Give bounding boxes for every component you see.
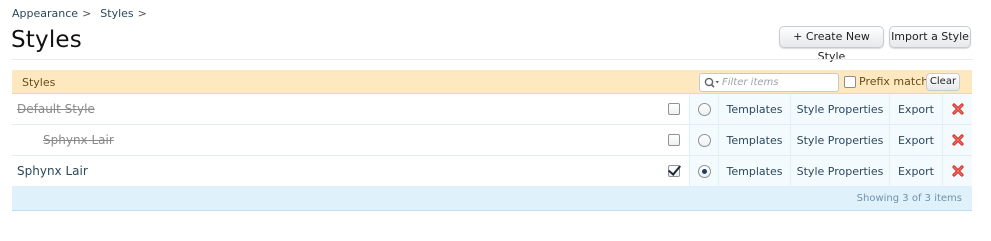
prefix-match-toggle[interactable]: Prefix match: [844, 75, 928, 88]
default-cell: [689, 156, 718, 186]
list-item: Sphynx Lair Templates Style Properties E…: [12, 156, 972, 187]
filter-box[interactable]: [699, 73, 839, 92]
search-icon[interactable]: [704, 77, 720, 89]
delete-icon[interactable]: [951, 165, 964, 177]
default-radio[interactable]: [697, 133, 711, 147]
export-link[interactable]: Export: [889, 94, 942, 124]
style-name-cell: Default Style: [12, 94, 658, 124]
delete-cell: [942, 125, 972, 155]
default-radio[interactable]: [697, 164, 711, 178]
breadcrumb-styles[interactable]: Styles: [100, 7, 133, 20]
default-radio[interactable]: [697, 102, 711, 116]
enable-checkbox[interactable]: [667, 165, 680, 177]
templates-link[interactable]: Templates: [718, 125, 790, 155]
page-title: Styles: [11, 27, 82, 53]
enable-cell: [658, 156, 689, 186]
style-name[interactable]: Default Style: [17, 102, 95, 116]
list-item: Default Style Templates Style Properties…: [12, 94, 972, 125]
delete-cell: [942, 94, 972, 124]
style-name[interactable]: Sphynx Lair: [43, 133, 114, 147]
style-name[interactable]: Sphynx Lair: [17, 164, 88, 178]
style-properties-link[interactable]: Style Properties: [790, 125, 889, 155]
style-name-cell: Sphynx Lair: [12, 125, 658, 155]
styles-list: Styles Prefix match Clear Default Style …: [12, 70, 972, 211]
list-footer: Showing 3 of 3 items: [12, 187, 972, 211]
enable-checkbox[interactable]: [667, 134, 680, 146]
prefix-match-checkbox[interactable]: [844, 75, 856, 88]
items-count: Showing 3 of 3 items: [856, 193, 962, 204]
create-new-style-button[interactable]: + Create New Style: [779, 26, 884, 63]
prefix-match-label: Prefix match: [859, 75, 929, 88]
delete-cell: [942, 156, 972, 186]
list-header: Styles Prefix match Clear: [12, 70, 972, 94]
default-cell: [689, 125, 718, 155]
export-link[interactable]: Export: [889, 125, 942, 155]
breadcrumb-separator: >: [82, 7, 92, 20]
style-properties-link[interactable]: Style Properties: [790, 156, 889, 186]
style-properties-link[interactable]: Style Properties: [790, 94, 889, 124]
enable-cell: [658, 125, 689, 155]
enable-checkbox[interactable]: [667, 103, 680, 115]
clear-filter-button[interactable]: Clear: [926, 73, 960, 91]
templates-link[interactable]: Templates: [718, 156, 790, 186]
list-header-title: Styles: [22, 76, 56, 89]
import-style-button[interactable]: Import a Style: [889, 26, 971, 48]
delete-icon[interactable]: [951, 134, 964, 146]
enable-cell: [658, 94, 689, 124]
delete-icon[interactable]: [951, 103, 964, 115]
default-cell: [689, 94, 718, 124]
title-divider: [12, 59, 973, 60]
style-name-cell: Sphynx Lair: [12, 156, 658, 186]
breadcrumb-separator: >: [137, 7, 147, 20]
breadcrumb-appearance[interactable]: Appearance: [12, 7, 78, 20]
export-link[interactable]: Export: [889, 156, 942, 186]
templates-link[interactable]: Templates: [718, 94, 790, 124]
filter-input[interactable]: [722, 75, 834, 90]
breadcrumb: Appearance > Styles >: [12, 7, 156, 20]
list-item: Sphynx Lair Templates Style Properties E…: [12, 125, 972, 156]
